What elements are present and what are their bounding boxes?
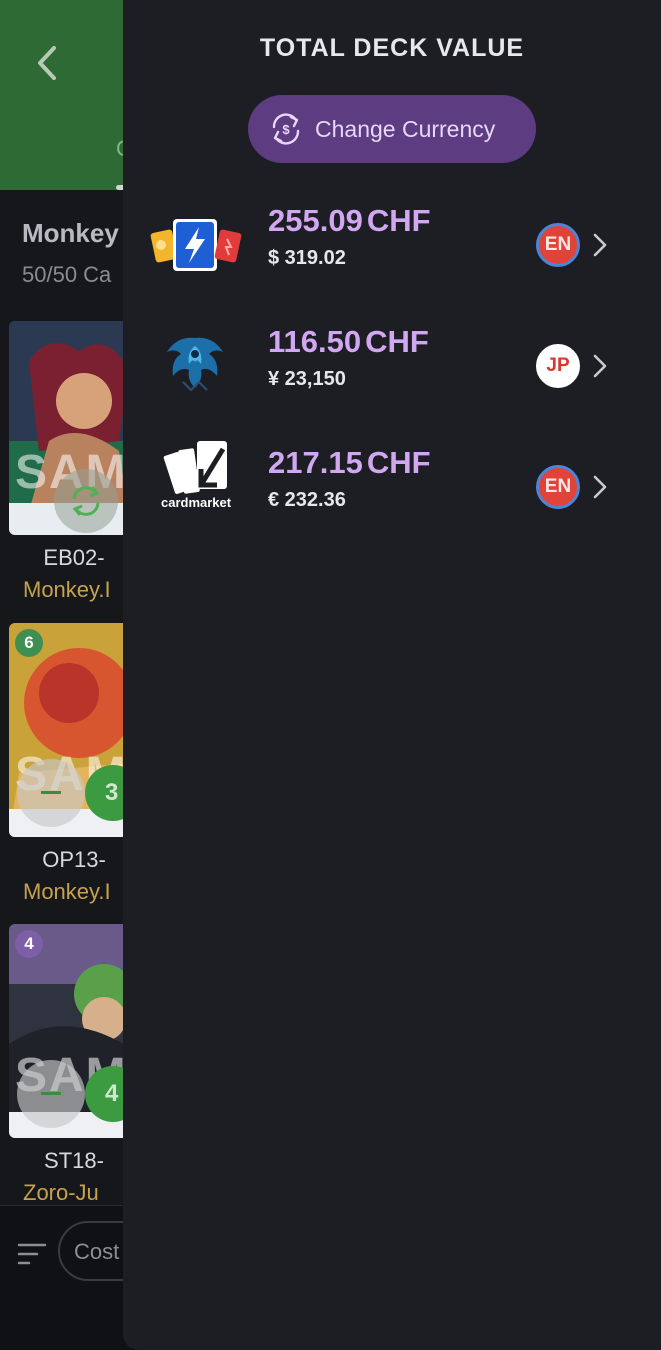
- card-image: 6 SAM 3: [9, 623, 139, 837]
- decrease-quantity-button[interactable]: [17, 1060, 85, 1128]
- svg-text:$: $: [282, 122, 290, 137]
- chevron-right-icon: [593, 354, 607, 378]
- tcgplayer-logo-icon: [150, 219, 242, 271]
- price-chf: 217.15 CHF: [268, 445, 431, 481]
- change-currency-button[interactable]: $ Change Currency: [248, 95, 536, 163]
- price-local: ¥ 23,150: [268, 368, 346, 390]
- minus-icon: [41, 1092, 61, 1095]
- price-currency: CHF: [366, 203, 431, 238]
- app-screen: C Monkey 50/50 Ca SAM: [0, 0, 661, 1350]
- chevron-right-icon: [593, 233, 607, 257]
- price-local: € 232.36: [268, 489, 346, 511]
- language-badge-en: EN: [536, 223, 580, 267]
- price-currency: CHF: [365, 324, 429, 359]
- language-badge-en: EN: [536, 465, 580, 509]
- cardmarket-logo: cardmarket: [147, 439, 243, 529]
- card-name: Zoro-Ju: [23, 1180, 99, 1205]
- refresh-icon: [72, 486, 100, 516]
- card-tile[interactable]: SAM EB02- Monkey.I: [9, 321, 139, 603]
- price-value: 116.50: [268, 324, 362, 359]
- deck-value-drawer: TOTAL DECK VALUE $ Change Currency 255.0…: [123, 0, 661, 1350]
- deck-title: Monkey: [22, 218, 119, 248]
- price-value: 255.09: [268, 203, 363, 238]
- card-name: Monkey.I: [23, 879, 111, 904]
- price-value: 217.15: [268, 445, 363, 480]
- currency-exchange-icon: $: [272, 113, 300, 145]
- card-image: 4 SAM 4: [9, 924, 139, 1138]
- cost-badge: 6: [15, 629, 43, 657]
- phoenix-logo-icon: [167, 337, 223, 392]
- card-tile[interactable]: 6 SAM 3 OP13- Monkey.I: [9, 623, 139, 905]
- deck-count: 50/50 Ca: [22, 262, 112, 287]
- sort-icon[interactable]: [17, 1242, 47, 1266]
- language-badge-jp: JP: [536, 344, 580, 388]
- price-currency: CHF: [366, 445, 431, 480]
- market-row-cardmarket[interactable]: cardmarket 217.15 CHF € 232.36 EN: [123, 441, 661, 555]
- back-arrow-icon[interactable]: [30, 42, 66, 84]
- cost-badge: 4: [15, 930, 43, 958]
- card-tile[interactable]: 4 SAM 4 ST18- Zoro-Ju: [9, 924, 139, 1206]
- card-code: OP13-: [42, 847, 106, 872]
- price-chf: 255.09 CHF: [268, 203, 431, 239]
- drawer-title: TOTAL DECK VALUE: [259, 34, 525, 62]
- market-row-jp-market[interactable]: 116.50 CHF ¥ 23,150 JP: [123, 324, 661, 434]
- minus-icon: [41, 791, 61, 794]
- price-chf: 116.50 CHF: [268, 324, 429, 360]
- chevron-right-icon: [593, 475, 607, 499]
- card-code: EB02-: [43, 545, 105, 570]
- card-code: ST18-: [44, 1148, 104, 1173]
- decrease-quantity-button[interactable]: [17, 759, 85, 827]
- refresh-button[interactable]: [54, 469, 118, 533]
- card-image: SAM: [9, 321, 139, 535]
- market-row-tcgplayer[interactable]: 255.09 CHF $ 319.02 EN: [123, 203, 661, 313]
- card-name: Monkey.I: [23, 577, 111, 602]
- cardmarket-logo-text: cardmarket: [161, 495, 232, 510]
- change-currency-label: Change Currency: [315, 116, 496, 142]
- price-local: $ 319.02: [268, 247, 346, 269]
